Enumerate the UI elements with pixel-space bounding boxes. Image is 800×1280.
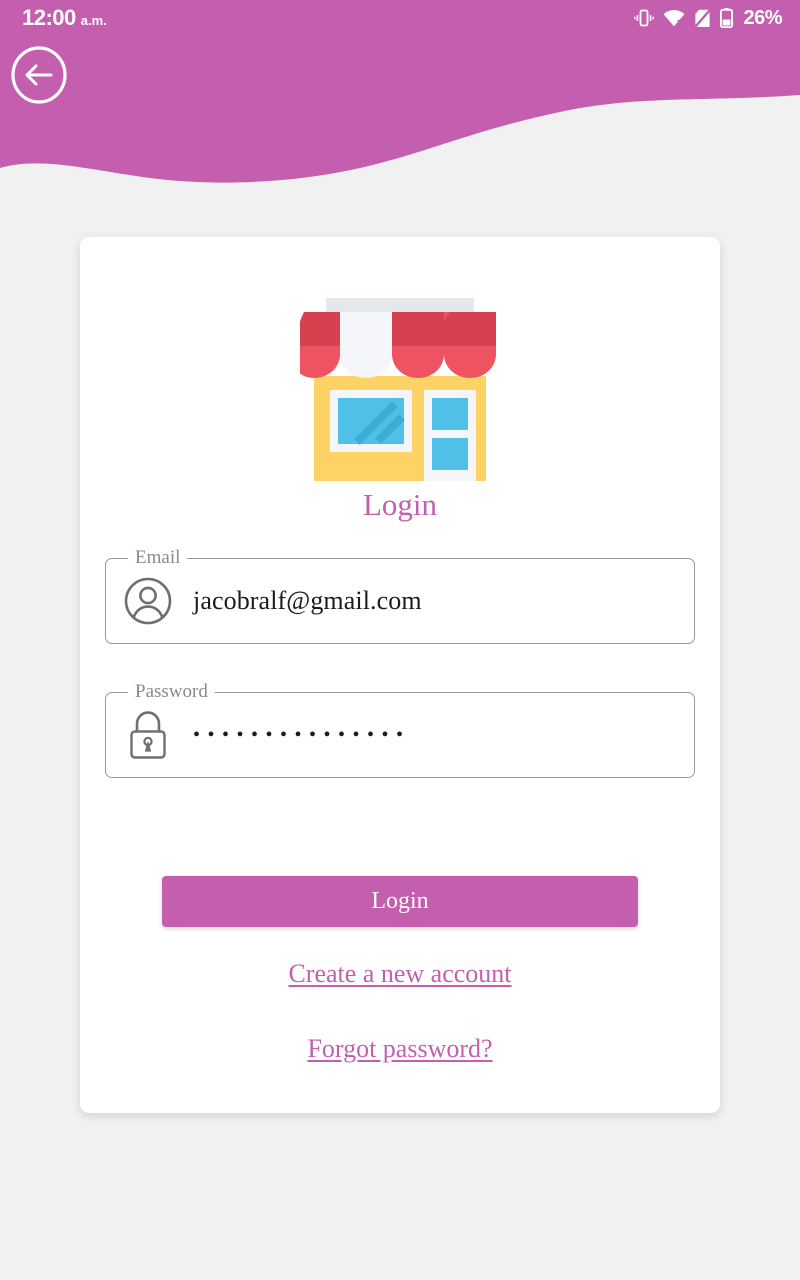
forgot-password-link[interactable]: Forgot password? (307, 1034, 492, 1064)
create-account-row: Create a new account (104, 959, 696, 989)
login-card: Login Email jacobralf@gmail.com Password… (80, 237, 720, 1113)
password-field-label: Password (128, 682, 215, 702)
create-account-link[interactable]: Create a new account (288, 959, 511, 989)
page-title: Login (362, 487, 438, 522)
status-clock: 12:00 a.m. (22, 5, 107, 31)
status-time: 12:00 (22, 5, 76, 30)
password-field[interactable]: Password ••••••••••••••• (105, 682, 695, 779)
status-ampm: a.m. (80, 13, 107, 28)
account-circle-icon (122, 575, 174, 627)
battery-icon (720, 8, 734, 28)
password-input-value[interactable]: ••••••••••••••• (193, 724, 411, 747)
login-button[interactable]: Login (162, 876, 638, 928)
status-icons: 26% (634, 7, 782, 30)
forgot-password-row: Forgot password? (104, 1034, 696, 1064)
back-button[interactable] (9, 46, 69, 104)
vibrate-icon (634, 9, 655, 27)
email-field[interactable]: Email jacobralf@gmail.com (105, 548, 695, 645)
wifi-icon (663, 9, 685, 27)
storefront-icon (300, 237, 500, 481)
email-input-value[interactable]: jacobralf@gmail.com (193, 586, 422, 616)
email-field-label: Email (128, 548, 188, 568)
no-sim-icon (694, 8, 712, 28)
lock-icon (122, 709, 174, 761)
status-bar: 12:00 a.m. 26% (0, 0, 800, 36)
battery-percent-label: 26% (743, 6, 782, 29)
